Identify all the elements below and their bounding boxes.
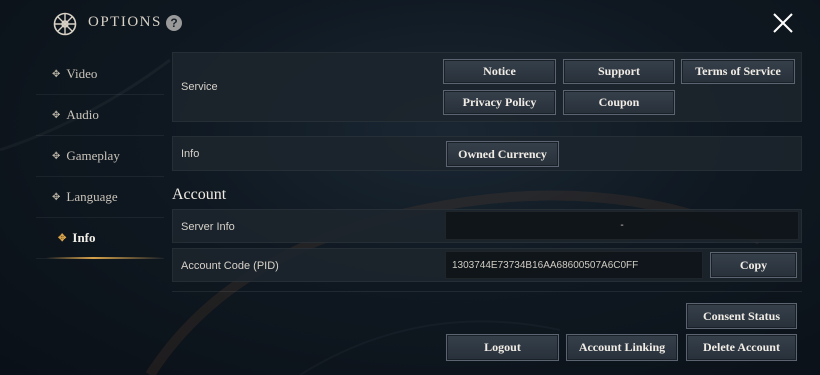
sidebar-item-language[interactable]: ✥ Language [36,177,164,218]
sidebar-item-label: Audio [66,107,99,122]
gear-icon [53,12,77,36]
delete-account-button[interactable]: Delete Account [686,334,797,361]
divider [172,291,802,292]
diamond-icon: ✥ [52,150,61,162]
server-info-label: Server Info [181,221,235,233]
account-section-title: Account [172,186,227,203]
page-title: OPTIONS [88,14,162,30]
notice-button[interactable]: Notice [443,59,556,84]
info-label: Info [181,148,200,160]
account-code-label: Account Code (PID) [181,260,279,272]
diamond-icon: ✥ [52,109,61,121]
consent-status-button[interactable]: Consent Status [686,303,797,329]
coupon-button[interactable]: Coupon [563,90,675,115]
privacy-policy-button[interactable]: Privacy Policy [443,90,556,115]
sidebar-item-label: Gameplay [66,148,120,163]
account-linking-button[interactable]: Account Linking [566,334,678,361]
sidebar-item-video[interactable]: ✥ Video [36,54,164,95]
sidebar-item-label: Info [72,230,96,245]
sidebar-item-label: Language [66,189,118,204]
service-label: Service [181,81,218,93]
logout-button[interactable]: Logout [446,334,559,361]
sidebar-item-audio[interactable]: ✥ Audio [36,95,164,136]
owned-currency-button[interactable]: Owned Currency [446,141,559,167]
help-icon[interactable]: ? [166,15,182,31]
sidebar-item-label: Video [66,66,98,81]
diamond-icon: ✥ [58,232,67,244]
sidebar-item-info[interactable]: ✥ Info [36,218,164,259]
account-code-value: 1303744E73734B16AA68600507A6C0FF [445,251,703,279]
copy-button[interactable]: Copy [710,252,797,278]
diamond-icon: ✥ [52,68,61,80]
close-icon[interactable] [770,10,796,36]
options-sidebar: ✥ Video ✥ Audio ✥ Gameplay ✥ Language ✥ … [36,54,164,259]
options-header: OPTIONS ? [0,0,820,48]
diamond-icon: ✥ [52,191,61,203]
support-button[interactable]: Support [563,59,675,84]
server-info-value: - [445,211,799,240]
terms-of-service-button[interactable]: Terms of Service [681,59,795,84]
sidebar-item-gameplay[interactable]: ✥ Gameplay [36,136,164,177]
